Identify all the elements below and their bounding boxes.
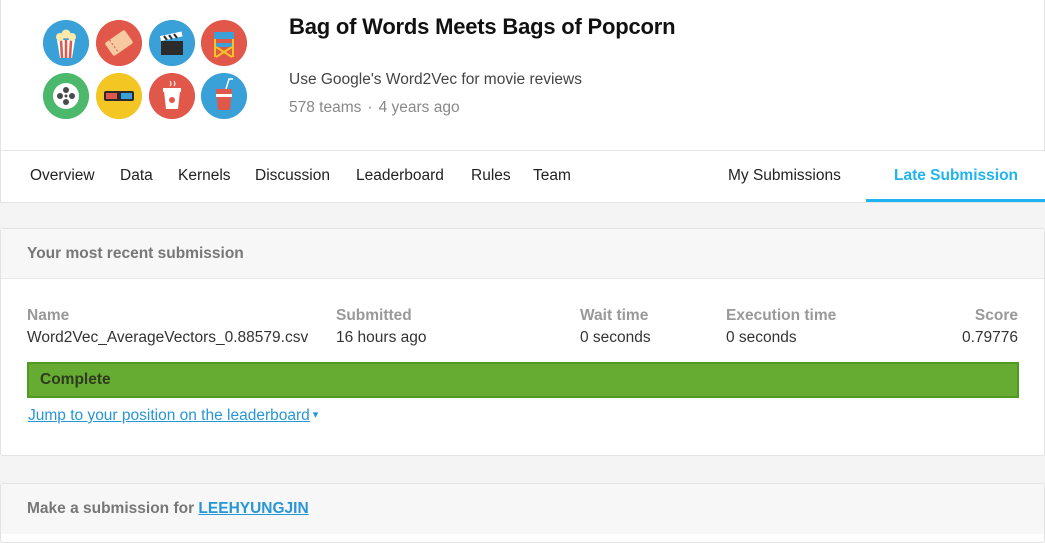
competition-subtitle: Use Google's Word2Vec for movie reviews	[289, 71, 582, 88]
tab-rules[interactable]: Rules	[471, 151, 511, 202]
clapperboard-icon	[149, 20, 195, 66]
execution-time-column: Execution time 0 seconds	[726, 307, 836, 347]
competition-tabs: Overview Data Kernels Discussion Leaderb…	[1, 150, 1045, 203]
tab-overview[interactable]: Overview	[30, 151, 95, 202]
tab-data[interactable]: Data	[120, 151, 153, 202]
recent-submission-card: Your most recent submission Name Word2Ve…	[0, 228, 1045, 456]
score-label: Score	[974, 307, 1018, 324]
wait-time-column: Wait time 0 seconds	[580, 307, 651, 347]
submitted-column: Submitted 16 hours ago	[336, 307, 427, 347]
tab-leaderboard[interactable]: Leaderboard	[356, 151, 444, 202]
tab-late-submission[interactable]: Late Submission	[866, 151, 1045, 202]
competition-meta: 578 teams · 4 years ago	[289, 99, 460, 117]
team-count: 578 teams	[289, 99, 362, 116]
jump-link-label: Jump to your position on the leaderboard	[28, 407, 310, 424]
meta-separator: ·	[367, 99, 373, 116]
wait-time-value: 0 seconds	[580, 329, 651, 346]
ticket-icon	[96, 20, 142, 66]
execution-time-value: 0 seconds	[726, 329, 797, 346]
execution-time-label: Execution time	[726, 307, 837, 324]
film-reel-icon	[43, 73, 89, 119]
directors-chair-icon	[201, 20, 247, 66]
score-value: 0.79776	[961, 329, 1018, 346]
tab-kernels[interactable]: Kernels	[178, 151, 231, 202]
make-submission-prefix: Make a submission for	[27, 500, 199, 517]
make-submission-heading: Make a submission for LEEHYUNGJIN	[1, 484, 1044, 534]
competition-logo	[43, 20, 249, 120]
submitted-label: Submitted	[336, 307, 412, 324]
score-column: Score 0.79776	[962, 307, 1018, 347]
submitted-value: 16 hours ago	[336, 329, 427, 346]
tab-my-submissions[interactable]: My Submissions	[728, 151, 841, 202]
submission-filename: Word2Vec_AverageVectors_0.88579.csv	[27, 329, 309, 346]
popcorn-icon	[43, 20, 89, 66]
name-label: Name	[27, 307, 70, 324]
status-badge: Complete	[27, 362, 1019, 398]
user-link[interactable]: LEEHYUNGJIN	[198, 500, 308, 517]
coffee-cup-icon	[149, 73, 195, 119]
competition-header: Bag of Words Meets Bags of Popcorn Use G…	[0, 0, 1045, 203]
wait-time-label: Wait time	[580, 307, 649, 324]
make-submission-card: Make a submission for LEEHYUNGJIN	[0, 483, 1045, 543]
tab-team[interactable]: Team	[533, 151, 571, 202]
jump-to-leaderboard-link[interactable]: Jump to your position on the leaderboard…	[28, 407, 318, 425]
tab-discussion[interactable]: Discussion	[255, 151, 330, 202]
soda-cup-icon	[201, 73, 247, 119]
competition-age: 4 years ago	[378, 99, 460, 116]
caret-down-icon: ▾	[312, 409, 319, 421]
competition-title: Bag of Words Meets Bags of Popcorn	[289, 14, 676, 39]
3d-glasses-icon	[96, 73, 142, 119]
submission-name-column: Name Word2Vec_AverageVectors_0.88579.csv	[27, 307, 308, 347]
recent-submission-heading: Your most recent submission	[1, 229, 1044, 279]
